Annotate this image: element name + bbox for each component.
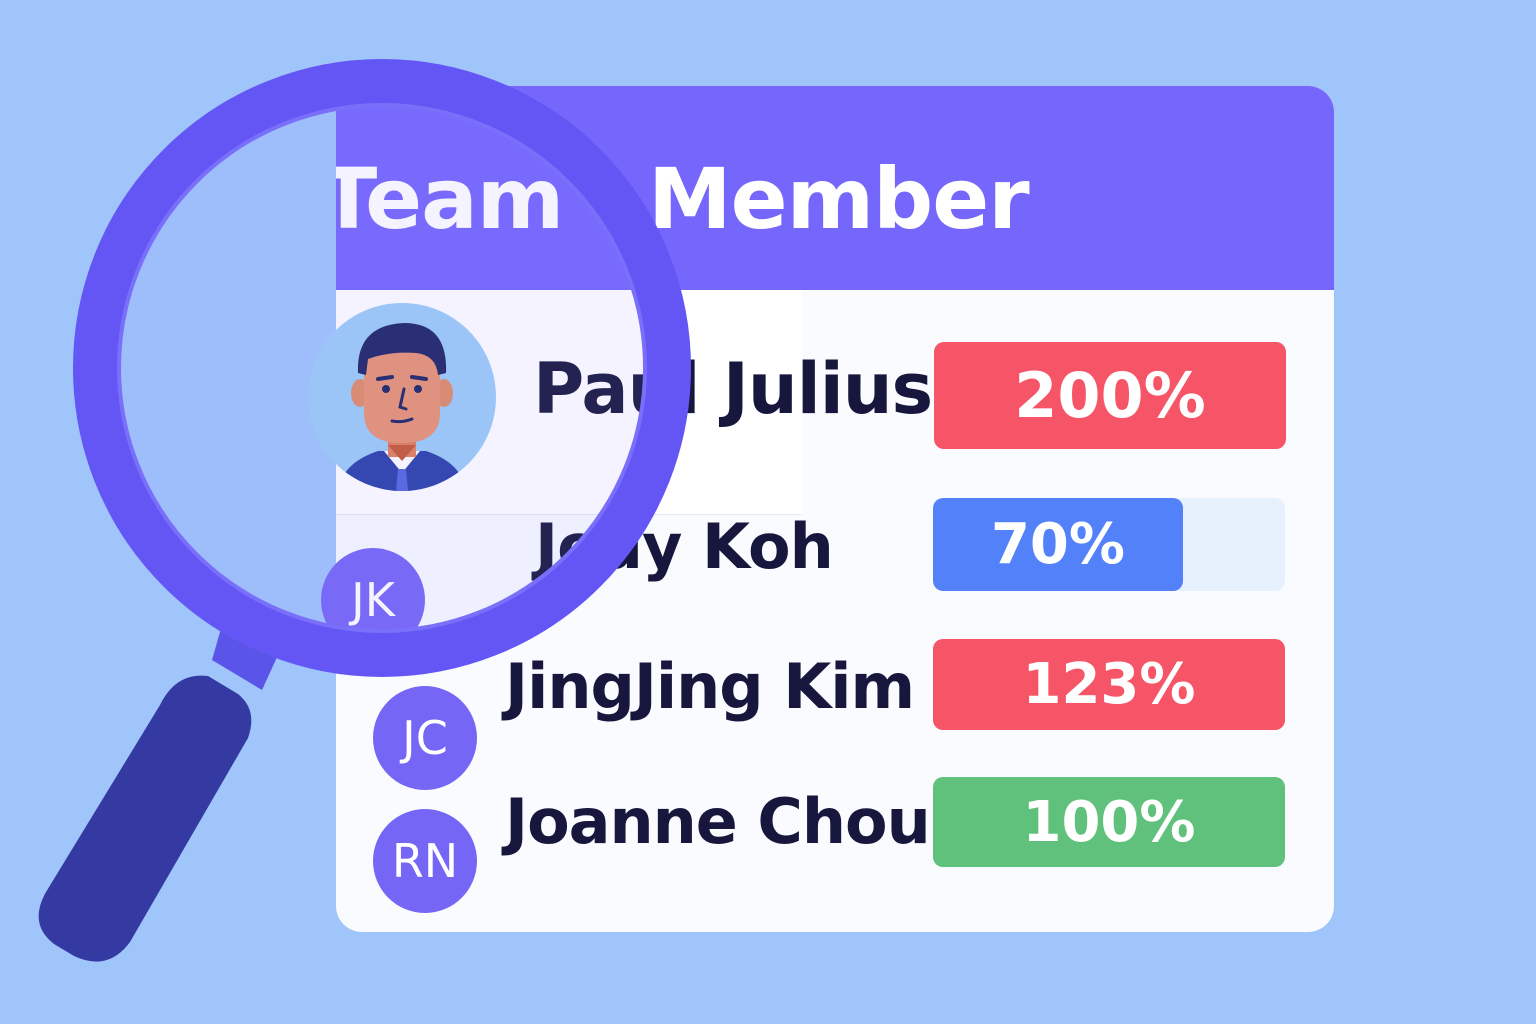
magnifying-glass-icon: [38, 59, 691, 962]
